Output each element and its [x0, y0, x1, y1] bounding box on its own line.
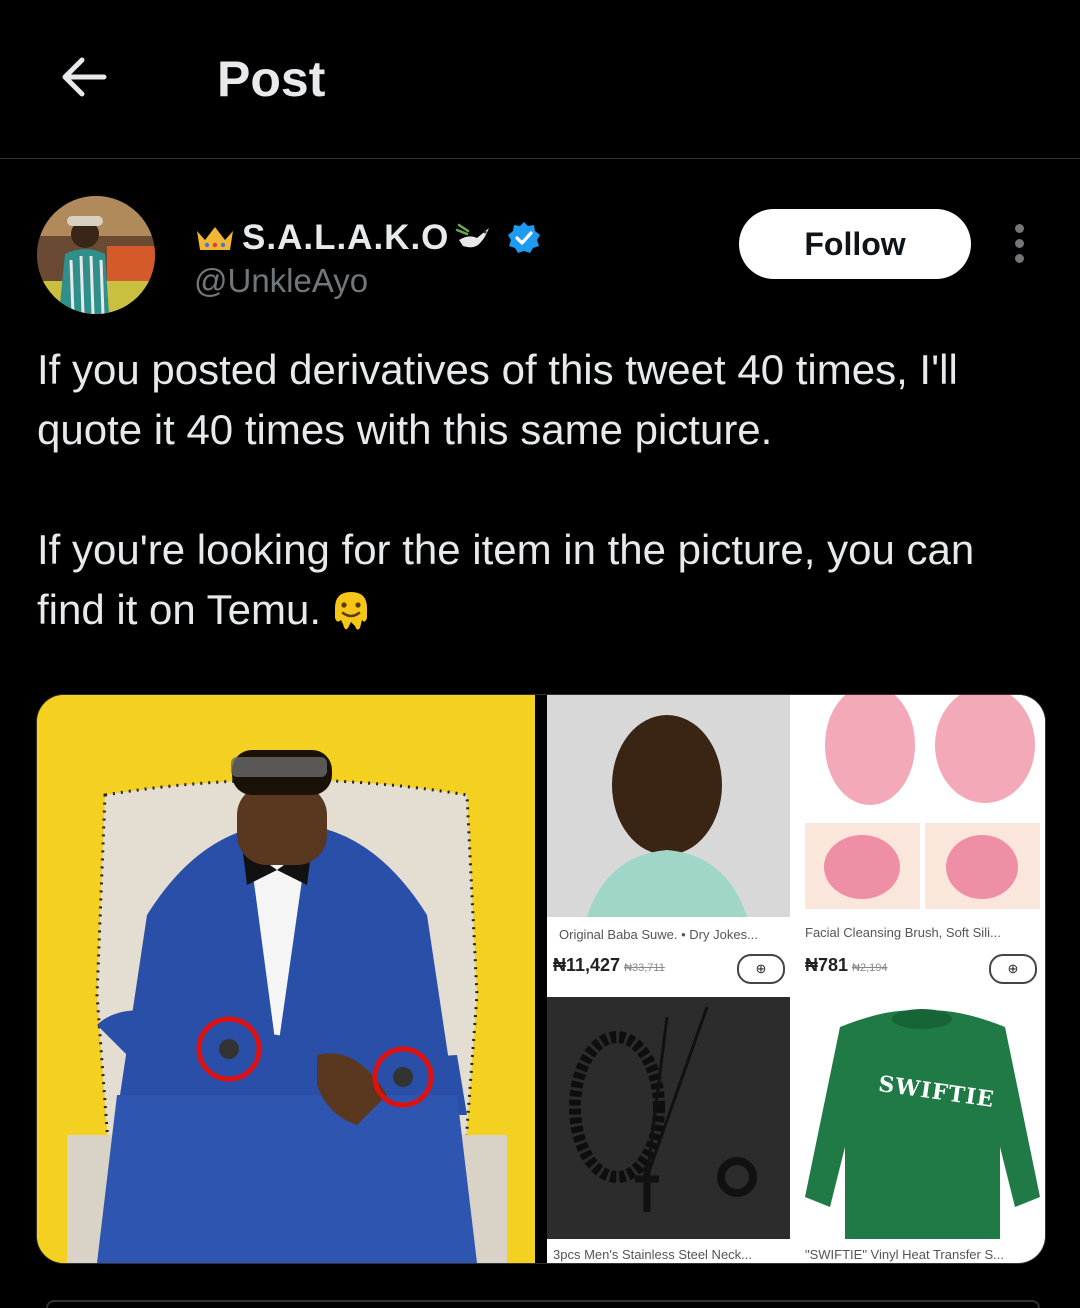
product-caption: Original Baba Suwe. • Dry Jokes...: [559, 927, 758, 942]
post-paragraph: If you're looking for the item in the pi…: [37, 526, 975, 633]
dove-icon: [456, 223, 490, 248]
arrow-left-icon: [62, 57, 107, 97]
crown-icon: [197, 227, 233, 250]
top-bar: Post: [0, 0, 1080, 159]
product-caption: 3pcs Men's Stainless Steel Neck...: [553, 1247, 753, 1262]
temu-collage[interactable]: Original Baba Suwe. • Dry Jokes... ₦11,4…: [547, 695, 1045, 1263]
author-handle[interactable]: @UnkleAyo: [194, 262, 368, 300]
product-price: ₦781 ₦2,194: [805, 955, 888, 975]
post-paragraph: If you posted derivatives of this tweet …: [37, 346, 958, 453]
green-sweatshirt-image: [800, 997, 1045, 1239]
product-price: ₦11,427 ₦33,711: [553, 955, 665, 975]
add-to-cart-button[interactable]: ⊕: [989, 954, 1037, 984]
facial-brush-image: [800, 695, 1045, 917]
author-name-row: S.A.L.A.K.O: [194, 216, 541, 260]
follow-button[interactable]: Follow: [739, 209, 971, 279]
post-text: If you posted derivatives of this tweet …: [37, 340, 1047, 640]
main-photo[interactable]: [37, 695, 535, 1263]
steel-necklace-set-image: [547, 997, 790, 1239]
page-title: Post: [217, 51, 326, 107]
avatar[interactable]: [37, 196, 155, 314]
next-card-edge: [46, 1300, 1040, 1308]
more-options-button[interactable]: [1004, 222, 1036, 266]
more-dot-icon: [1015, 224, 1024, 233]
post-media[interactable]: Original Baba Suwe. • Dry Jokes... ₦11,4…: [36, 694, 1046, 1264]
verified-badge-icon: [508, 222, 541, 253]
man-in-blue-suit-image: [37, 695, 535, 1263]
melting-face-emoji-icon: [335, 592, 368, 630]
display-name[interactable]: S.A.L.A.K.O: [242, 218, 449, 258]
more-dot-icon: [1015, 254, 1024, 263]
product-caption: "SWIFTIE" Vinyl Heat Transfer S...: [805, 1247, 1004, 1262]
product-image-brush[interactable]: [800, 695, 1045, 917]
product-caption: Facial Cleansing Brush, Soft Sili...: [805, 925, 1001, 940]
product-image-jewelry[interactable]: [547, 997, 790, 1239]
product-image-comedian[interactable]: [547, 695, 790, 917]
avatar-image: [37, 196, 155, 314]
cart-icon: ⊕: [755, 961, 767, 976]
more-dot-icon: [1015, 239, 1024, 248]
cart-icon: ⊕: [1007, 961, 1019, 976]
add-to-cart-button[interactable]: ⊕: [737, 954, 785, 984]
comedian-photo-image: [547, 695, 790, 917]
back-button[interactable]: [54, 46, 116, 108]
product-image-sweatshirt[interactable]: SWIFTIE: [800, 997, 1045, 1239]
